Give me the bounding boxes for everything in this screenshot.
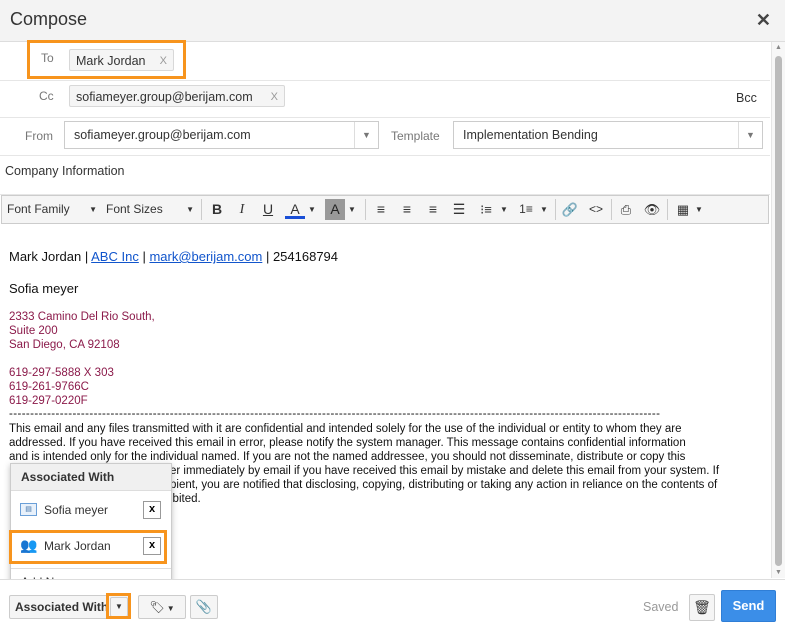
tag-button[interactable]: 🏷 ▼ <box>138 595 186 619</box>
disclaimer-line: addressed. If you have received this ema… <box>9 437 686 449</box>
print-icon[interactable]: ⎙ <box>616 199 636 220</box>
scrollbar[interactable]: ▲ ▼ <box>771 42 785 578</box>
signature-line: Mark Jordan | ABC Inc | mark@berijam.com… <box>9 249 338 264</box>
cc-row: Cc sofiameyer.group@berijam.com X Bcc <box>0 80 770 118</box>
font-family-select[interactable]: Font Family ▼ <box>7 199 97 220</box>
paperclip-icon: 📎 <box>195 599 213 614</box>
preview-icon[interactable]: 👁 <box>642 199 662 220</box>
associated-with-label: Associated With <box>15 600 109 614</box>
remove-association-button[interactable]: x <box>143 501 161 519</box>
from-row: From sofiameyer.group@berijam.com ▼ Temp… <box>0 117 770 156</box>
send-button[interactable]: Send <box>721 590 776 622</box>
contact-card-icon: ▤ <box>20 503 37 516</box>
item-label: Sofia meyer <box>44 503 109 517</box>
company-link[interactable]: ABC Inc <box>91 249 139 264</box>
toolbar-divider <box>365 199 366 220</box>
underline-button[interactable]: U <box>258 199 278 220</box>
from-value: sofiameyer.group@berijam.com <box>74 128 251 142</box>
cc-chip[interactable]: sofiameyer.group@berijam.com X <box>69 85 285 107</box>
tag-icon: 🏷 <box>149 600 165 614</box>
associated-item-sofia[interactable]: ▤ Sofia meyer x <box>11 495 171 525</box>
saved-status: Saved <box>643 600 679 614</box>
cc-label: Cc <box>39 89 54 103</box>
align-center-icon[interactable]: ≡ <box>397 199 417 220</box>
compose-header: Compose ✕ <box>0 0 785 42</box>
sig-separator: | <box>81 249 92 264</box>
sig-phone: 254168794 <box>272 249 339 264</box>
chevron-down-icon[interactable]: ▼ <box>347 199 357 220</box>
disclaimer-line: er immediately by email if you have rece… <box>170 465 720 477</box>
toolbar-divider <box>611 199 612 220</box>
align-right-icon[interactable]: ≡ <box>423 199 443 220</box>
remove-chip-icon[interactable]: X <box>271 86 278 108</box>
align-justify-icon[interactable]: ☰ <box>449 199 469 220</box>
window-title: Compose <box>10 9 88 29</box>
delete-button[interactable]: 🗑 <box>689 594 715 621</box>
disclaimer-line: This email and any files transmitted wit… <box>9 423 682 435</box>
chevron-down-icon[interactable]: ▼ <box>499 199 509 220</box>
disclaimer-line: pient, you are notified that disclosing,… <box>170 479 718 491</box>
scroll-down-icon[interactable]: ▼ <box>775 569 782 576</box>
bg-color-button[interactable]: A <box>325 199 345 220</box>
chevron-down-icon: ▼ <box>738 122 762 148</box>
numbered-list-icon[interactable]: 1≡ <box>515 199 537 220</box>
divider-line: ----------------------------------------… <box>9 408 661 420</box>
popup-header: Associated With <box>11 464 171 491</box>
phone-line: 619-297-0220F <box>9 395 88 407</box>
trash-icon: 🗑 <box>693 599 711 615</box>
bullet-list-icon[interactable]: ⁝≡ <box>475 199 497 220</box>
scroll-up-icon[interactable]: ▲ <box>775 44 782 51</box>
toolbar-divider <box>667 199 668 220</box>
toolbar-divider <box>201 199 202 220</box>
from-label: From <box>25 129 53 143</box>
address-line: San Diego, CA 92108 <box>9 339 120 351</box>
link-icon[interactable]: 🔗 <box>560 199 580 220</box>
editor-toolbar: Font Family ▼ Font Sizes ▼ B I U A ▼ A ▼… <box>1 195 769 224</box>
code-icon[interactable]: <> <box>586 199 606 220</box>
chevron-down-icon: ▼ <box>354 122 378 148</box>
address-line: 2333 Camino Del Rio South, <box>9 311 155 323</box>
font-family-label: Font Family <box>7 202 70 216</box>
from-select[interactable]: sofiameyer.group@berijam.com ▼ <box>64 121 379 149</box>
subject-input[interactable]: Company Information <box>5 164 125 178</box>
sig-separator: | <box>262 249 273 264</box>
chevron-down-icon[interactable]: ▼ <box>539 199 549 220</box>
font-size-select[interactable]: Font Sizes ▼ <box>106 199 194 220</box>
address-line: Suite 200 <box>9 325 58 337</box>
toolbar-divider <box>555 199 556 220</box>
subject-row: Company Information <box>0 155 770 195</box>
close-icon[interactable]: ✕ <box>756 10 771 31</box>
email-link[interactable]: mark@berijam.com <box>149 249 262 264</box>
disclaimer-line: and is intended only for the individual … <box>9 451 686 463</box>
highlight-mark-jordan <box>9 530 167 564</box>
sig-separator: | <box>138 249 150 264</box>
highlight-dropdown <box>106 593 131 619</box>
chip-name: sofiameyer.group@berijam.com <box>76 90 253 104</box>
italic-button[interactable]: I <box>232 199 252 220</box>
sig-name: Mark Jordan <box>9 249 82 264</box>
table-icon[interactable]: ▦ <box>673 199 693 220</box>
scrollbar-thumb[interactable] <box>775 56 782 566</box>
template-label: Template <box>391 129 440 143</box>
bcc-link[interactable]: Bcc <box>736 91 757 105</box>
chevron-down-icon: ▼ <box>164 604 175 613</box>
font-size-label: Font Sizes <box>106 202 163 216</box>
attach-button[interactable]: 📎 <box>190 595 218 619</box>
template-select[interactable]: Implementation Bending ▼ <box>453 121 763 149</box>
text-color-button[interactable]: A <box>285 199 305 219</box>
highlight-to <box>27 40 186 79</box>
chevron-down-icon[interactable]: ▼ <box>307 199 317 220</box>
phone-line: 619-297-5888 X 303 <box>9 367 114 379</box>
recipient-name: Sofia meyer <box>9 281 79 296</box>
template-value: Implementation Bending <box>463 128 598 142</box>
align-left-icon[interactable]: ≡ <box>371 199 391 220</box>
phone-line: 619-261-9766C <box>9 381 89 393</box>
bold-button[interactable]: B <box>207 199 227 220</box>
chevron-down-icon: ▼ <box>89 205 97 214</box>
chevron-down-icon[interactable]: ▼ <box>694 199 704 220</box>
disclaimer-line: ibited. <box>170 493 201 505</box>
chevron-down-icon: ▼ <box>186 205 194 214</box>
